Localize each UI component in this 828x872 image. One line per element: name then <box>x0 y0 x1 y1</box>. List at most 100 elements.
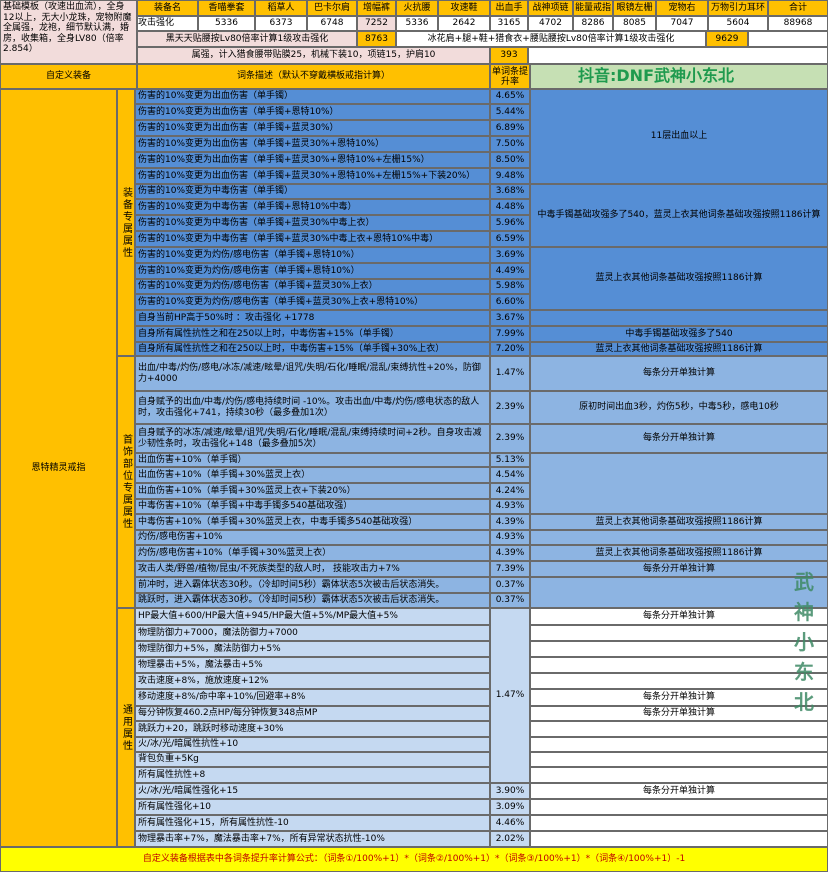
header-cell[interactable]: 宠物右 <box>656 0 708 16</box>
row-rate[interactable]: 8.50% <box>490 152 530 168</box>
note-empty <box>530 799 828 815</box>
header-cell[interactable]: 稻草人 <box>255 0 307 16</box>
header-cell[interactable]: 能量戒指 <box>573 0 613 16</box>
attack-value[interactable]: 5336 <box>396 16 438 31</box>
row-rate[interactable]: 6.60% <box>490 294 530 310</box>
top-note: 基础模板（攻速出血流），全身12以上，无大小龙珠，宠物附魔全属强，龙袍，细节默认… <box>0 0 137 64</box>
row-rate[interactable]: 4.93% <box>490 530 530 545</box>
note: 蓝灵上衣其他词条基础攻强按照1186计算 <box>530 514 828 530</box>
row-rate[interactable]: 2.39% <box>490 424 530 453</box>
header-cell[interactable]: 合计 <box>768 0 828 16</box>
note: 每条分开单独计算 <box>530 561 828 577</box>
row4-value[interactable]: 393 <box>490 47 528 64</box>
row-rate[interactable]: 7.39% <box>490 561 530 577</box>
row-description: 物理暴击率+7%，魔法暴击率+7%，所有异常状态抗性-10% <box>135 831 490 847</box>
note: 原初时间出血3秒，灼伤5秒，中毒5秒，感电10秒 <box>530 391 828 424</box>
row-rate[interactable]: 7.50% <box>490 136 530 152</box>
row-description: 自身赋予的冰冻/减速/眩晕/诅咒/失明/石化/睡眠/混乱/束缚持续时间+2秒。自… <box>135 424 490 453</box>
row-rate[interactable]: 9.48% <box>490 168 530 184</box>
row-rate[interactable]: 1.47% <box>490 356 530 391</box>
note: 中毒手镯基础攻强多了540，蓝灵上衣其他词条基础攻强按照1186计算 <box>530 184 828 247</box>
watermark-text: 抖音:DNF武神小东北 <box>578 66 735 85</box>
row3-text-b: 冰花肩+腿+鞋+猎食衣+腰贴腰按Lv80倍率计算1级攻击强化 <box>396 31 706 47</box>
header-cell[interactable]: 增幅裤 <box>357 0 396 16</box>
header-cell[interactable]: 攻速鞋 <box>438 0 490 16</box>
note-empty <box>530 737 828 752</box>
header-cell[interactable]: 香喵拳套 <box>198 0 255 16</box>
attack-value[interactable]: 3165 <box>490 16 528 31</box>
row3-value-b[interactable]: 9629 <box>706 31 748 47</box>
row-rate[interactable]: 7.99% <box>490 326 530 342</box>
row-rate[interactable]: 2.02% <box>490 831 530 847</box>
row-rate[interactable]: 4.39% <box>490 545 530 561</box>
row-rate[interactable]: 2.39% <box>490 391 530 424</box>
row-rate[interactable]: 5.44% <box>490 104 530 120</box>
row-rate[interactable]: 4.54% <box>490 467 530 483</box>
row-rate[interactable]: 3.69% <box>490 247 530 263</box>
row-description: 出血伤害+10%（单手镯） <box>135 453 490 467</box>
attack-value[interactable]: 7047 <box>656 16 708 31</box>
header-cell[interactable]: 出血手 <box>490 0 528 16</box>
row-rate[interactable]: 5.96% <box>490 215 530 231</box>
header-cell[interactable]: 战神项链 <box>528 0 573 16</box>
row-description: 出血/中毒/灼伤/感电/冰冻/减速/眩晕/诅咒/失明/石化/睡眠/混乱/束缚抗性… <box>135 356 490 391</box>
row-description: 灼伤/感电伤害+10% <box>135 530 490 545</box>
header-cell[interactable]: 火抗腰 <box>396 0 438 16</box>
attack-value[interactable]: 7252 <box>357 16 396 31</box>
attack-label[interactable]: 攻击强化 <box>137 16 198 31</box>
header-cell[interactable]: 眼镜左栅 <box>613 0 656 16</box>
row-description: 跳跃时，进入霸体状态30秒。（冷却时间5秒）霸体状态5次被击后状态消失。 <box>135 593 490 608</box>
row-description: 火/冰/光/暗属性抗性+10 <box>135 737 490 752</box>
row-rate[interactable]: 4.93% <box>490 499 530 514</box>
side-watermark-char: 武 <box>794 570 814 594</box>
note-empty <box>530 453 828 514</box>
note-empty <box>530 657 828 673</box>
row-rate[interactable]: 3.09% <box>490 799 530 815</box>
header-cell[interactable]: 万物引力耳环 <box>708 0 768 16</box>
attack-value[interactable]: 2642 <box>438 16 490 31</box>
note-empty <box>530 721 828 737</box>
note-empty <box>530 815 828 831</box>
row-rate[interactable]: 7.20% <box>490 342 530 356</box>
empty <box>748 31 828 47</box>
note: 每条分开单独计算 <box>530 424 828 453</box>
row-rate[interactable]: 4.48% <box>490 199 530 215</box>
row-rate[interactable]: 3.67% <box>490 310 530 326</box>
row-rate[interactable]: 4.46% <box>490 815 530 831</box>
attack-value[interactable]: 6373 <box>255 16 307 31</box>
group-label: 通用属性 <box>117 608 135 847</box>
row-rate[interactable]: 4.49% <box>490 263 530 279</box>
group-label: 装备专属属性 <box>117 89 135 356</box>
note: 每条分开单独计算 <box>530 706 828 721</box>
attack-value[interactable]: 8286 <box>573 16 613 31</box>
row-rate[interactable]: 4.39% <box>490 514 530 530</box>
row-rate[interactable]: 6.89% <box>490 120 530 136</box>
row-description: 出血伤害+10%（单手镯+30%蓝灵上衣） <box>135 467 490 483</box>
row-rate[interactable]: 4.65% <box>490 89 530 104</box>
row-rate[interactable]: 4.24% <box>490 483 530 499</box>
attack-value[interactable]: 8085 <box>613 16 656 31</box>
note: 每条分开单独计算 <box>530 689 828 706</box>
header-cell[interactable]: 装备名 <box>137 0 198 16</box>
row-rate[interactable]: 5.13% <box>490 453 530 467</box>
row-description: 移动速度+8%/命中率+10%/回避率+8% <box>135 689 490 706</box>
row-rate[interactable]: 0.37% <box>490 593 530 608</box>
row-description: 所有属性强化+10 <box>135 799 490 815</box>
header-cell[interactable]: 巴卡尔肩 <box>307 0 357 16</box>
row-rate[interactable]: 0.37% <box>490 577 530 593</box>
attack-value[interactable]: 88968 <box>768 16 828 31</box>
row-description: 前冲时，进入霸体状态30秒。（冷却时间5秒）霸体状态5次被击后状态消失。 <box>135 577 490 593</box>
row-rate-merged[interactable]: 1.47% <box>490 608 530 783</box>
row-description: 中毒伤害+10%（单手镯+30%蓝灵上衣，中毒手镯多540基础攻强） <box>135 514 490 530</box>
attack-value[interactable]: 5336 <box>198 16 255 31</box>
row3-value-a[interactable]: 8763 <box>357 31 396 47</box>
note: 蓝灵上衣其他词条基础攻强按照1186计算 <box>530 247 828 310</box>
attack-value[interactable]: 4702 <box>528 16 573 31</box>
attack-value[interactable]: 5604 <box>708 16 768 31</box>
row-rate[interactable]: 5.98% <box>490 279 530 294</box>
row-rate[interactable]: 3.90% <box>490 783 530 799</box>
row-rate[interactable]: 6.59% <box>490 231 530 247</box>
attack-value[interactable]: 6748 <box>307 16 357 31</box>
row-rate[interactable]: 3.68% <box>490 184 530 199</box>
note-empty <box>530 310 828 326</box>
